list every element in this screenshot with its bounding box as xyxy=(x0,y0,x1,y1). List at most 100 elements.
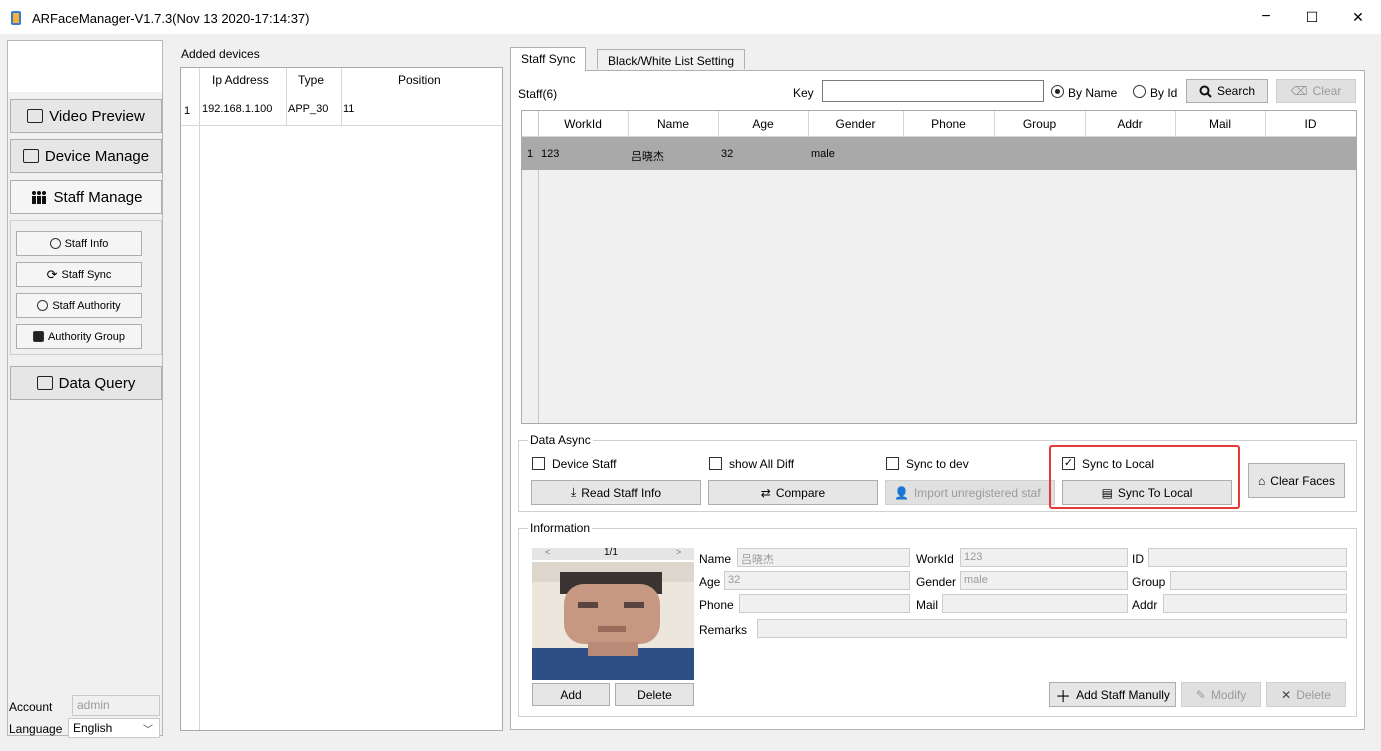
search-label: Search xyxy=(1216,84,1256,98)
sync-icon: ⟳ xyxy=(46,266,58,282)
device-manage-button[interactable]: Device Manage xyxy=(10,139,162,173)
key-input[interactable] xyxy=(822,80,1044,102)
table-row[interactable]: 192.168.1.100 APP_30 11 xyxy=(202,103,354,115)
video-preview-button[interactable]: Video Preview xyxy=(10,99,162,133)
clear-faces-label: Clear Faces xyxy=(1270,473,1335,488)
tab-staff-sync[interactable]: Staff Sync xyxy=(510,47,587,71)
clear-faces-button[interactable]: ⌂ Clear Faces xyxy=(1248,463,1345,498)
information-title: Information xyxy=(528,521,593,535)
group-key-icon xyxy=(32,331,44,342)
column-header-type: Type xyxy=(298,73,325,87)
highlight-annotation xyxy=(1049,445,1240,509)
staff-authority-button[interactable]: Staff Authority xyxy=(16,293,142,318)
edit-icon: ✎ xyxy=(1195,687,1206,702)
column-header-phone[interactable]: Phone xyxy=(903,117,994,131)
column-header-mail[interactable]: Mail xyxy=(1175,117,1265,131)
staff-manage-button[interactable]: Staff Manage xyxy=(10,180,162,214)
cell-age: 32 xyxy=(721,148,734,160)
close-button[interactable]: ✕ xyxy=(1335,0,1381,34)
window-title: ARFaceManager-V1.7.3(Nov 13 2020-17:14:3… xyxy=(32,11,310,26)
remarks-field[interactable] xyxy=(757,619,1347,638)
search-button[interactable]: Search xyxy=(1186,79,1268,103)
id-field[interactable] xyxy=(1148,548,1347,567)
workid-field[interactable]: 123 xyxy=(960,548,1128,567)
video-preview-label: Video Preview xyxy=(49,107,145,125)
phone-label: Phone xyxy=(699,598,734,612)
read-staff-info-button[interactable]: ⤓ Read Staff Info xyxy=(531,480,701,505)
compare-label: Compare xyxy=(775,485,826,500)
modify-button[interactable]: ✎ Modify xyxy=(1181,682,1261,707)
by-name-radio[interactable] xyxy=(1051,85,1064,98)
mail-field[interactable] xyxy=(942,594,1128,613)
cell-gender: male xyxy=(811,148,835,160)
show-all-diff-label: show All Diff xyxy=(729,457,795,471)
delete-photo-button[interactable]: Delete xyxy=(615,683,694,706)
device-position: 11 xyxy=(343,103,355,115)
import-unregistered-button[interactable]: 👤 Import unregistered staf xyxy=(885,480,1055,505)
id-label: ID xyxy=(1132,552,1144,566)
clear-button[interactable]: ⌫ Clear xyxy=(1276,79,1356,103)
addr-label: Addr xyxy=(1132,598,1158,612)
maximize-button[interactable]: ☐ xyxy=(1289,0,1335,34)
compare-button[interactable]: ⇄ Compare xyxy=(708,480,878,505)
column-header-gender[interactable]: Gender xyxy=(808,117,903,131)
device-staff-checkbox[interactable] xyxy=(532,457,545,470)
addr-field[interactable] xyxy=(1163,594,1347,613)
staff-info-label: Staff Info xyxy=(64,237,109,250)
mail-label: Mail xyxy=(916,598,939,612)
group-field[interactable] xyxy=(1170,571,1347,590)
column-header-id[interactable]: ID xyxy=(1265,117,1356,131)
authority-group-label: Authority Group xyxy=(47,330,126,343)
add-staff-manually-label: Add Staff Manully xyxy=(1076,687,1170,702)
account-label: Account xyxy=(9,700,53,714)
age-field[interactable]: 32 xyxy=(724,571,910,590)
age-label: Age xyxy=(699,575,721,589)
gender-label: Gender xyxy=(916,575,957,589)
language-select[interactable]: English ﹀ xyxy=(68,718,160,738)
prev-photo-button[interactable]: < xyxy=(545,547,550,557)
name-field[interactable]: 吕晓杰 xyxy=(737,548,910,567)
data-query-button[interactable]: Data Query xyxy=(10,366,162,400)
data-query-label: Data Query xyxy=(58,374,136,392)
devices-table xyxy=(180,67,503,731)
column-header-age[interactable]: Age xyxy=(718,117,808,131)
staff-sync-button[interactable]: ⟳ Staff Sync xyxy=(16,262,142,287)
column-header-addr[interactable]: Addr xyxy=(1085,117,1175,131)
sync-to-dev-checkbox[interactable] xyxy=(886,457,899,470)
device-manage-label: Device Manage xyxy=(44,147,150,165)
backspace-icon: ⌫ xyxy=(1290,84,1308,98)
cell-workid: 123 xyxy=(541,148,560,160)
cell-name: 吕晓杰 xyxy=(631,151,664,163)
clear-label: Clear xyxy=(1312,84,1342,98)
add-staff-manually-button[interactable]: ＋ Add Staff Manully xyxy=(1049,682,1176,707)
logo-area xyxy=(8,41,162,92)
remarks-label: Remarks xyxy=(699,623,748,637)
add-photo-button[interactable]: Add xyxy=(532,683,610,706)
language-value: English xyxy=(73,721,113,735)
show-all-diff-checkbox[interactable] xyxy=(709,457,722,470)
people-icon xyxy=(31,191,46,204)
by-id-radio[interactable] xyxy=(1133,85,1146,98)
device-ip: 192.168.1.100 xyxy=(202,103,273,115)
sync-to-dev-label: Sync to dev xyxy=(906,457,969,471)
minimize-button[interactable]: − xyxy=(1243,0,1289,34)
device-row-number: 1 xyxy=(184,105,191,117)
column-header-workid[interactable]: WorkId xyxy=(538,117,628,131)
delete-staff-label: Delete xyxy=(1296,687,1331,702)
authority-group-button[interactable]: Authority Group xyxy=(16,324,142,349)
device-list-icon xyxy=(22,149,39,163)
person-key-icon xyxy=(37,300,49,311)
column-header-position: Position xyxy=(398,73,441,87)
column-header-name[interactable]: Name xyxy=(628,117,718,131)
gender-field[interactable]: male xyxy=(960,571,1128,590)
next-photo-button[interactable]: > xyxy=(676,547,681,557)
delete-staff-button[interactable]: ✕ Delete xyxy=(1266,682,1346,707)
phone-field[interactable] xyxy=(739,594,910,613)
staff-authority-label: Staff Authority xyxy=(52,299,121,312)
added-devices-title: Added devices xyxy=(181,47,260,61)
tab-black-white-list[interactable]: Black/White List Setting xyxy=(597,49,746,69)
download-icon: ⤓ xyxy=(570,485,577,499)
monitor-icon xyxy=(27,109,44,123)
column-header-group[interactable]: Group xyxy=(994,117,1085,131)
staff-info-button[interactable]: Staff Info xyxy=(16,231,142,256)
